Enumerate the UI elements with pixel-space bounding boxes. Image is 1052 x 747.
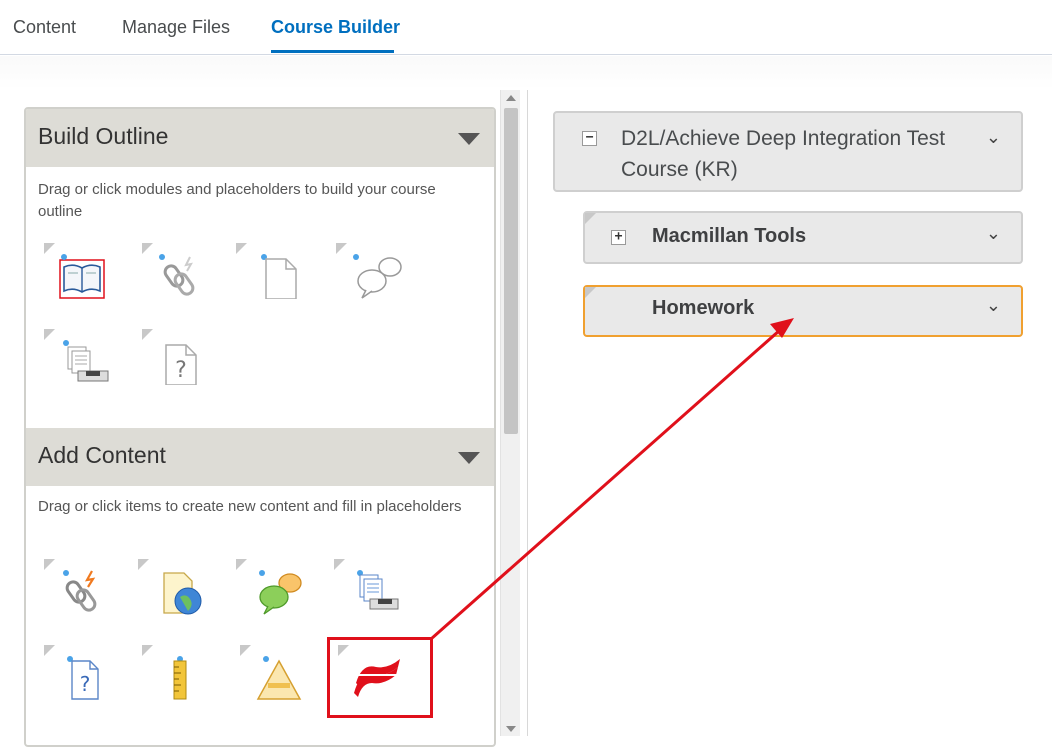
drag-arrow-annotation [430, 318, 794, 641]
